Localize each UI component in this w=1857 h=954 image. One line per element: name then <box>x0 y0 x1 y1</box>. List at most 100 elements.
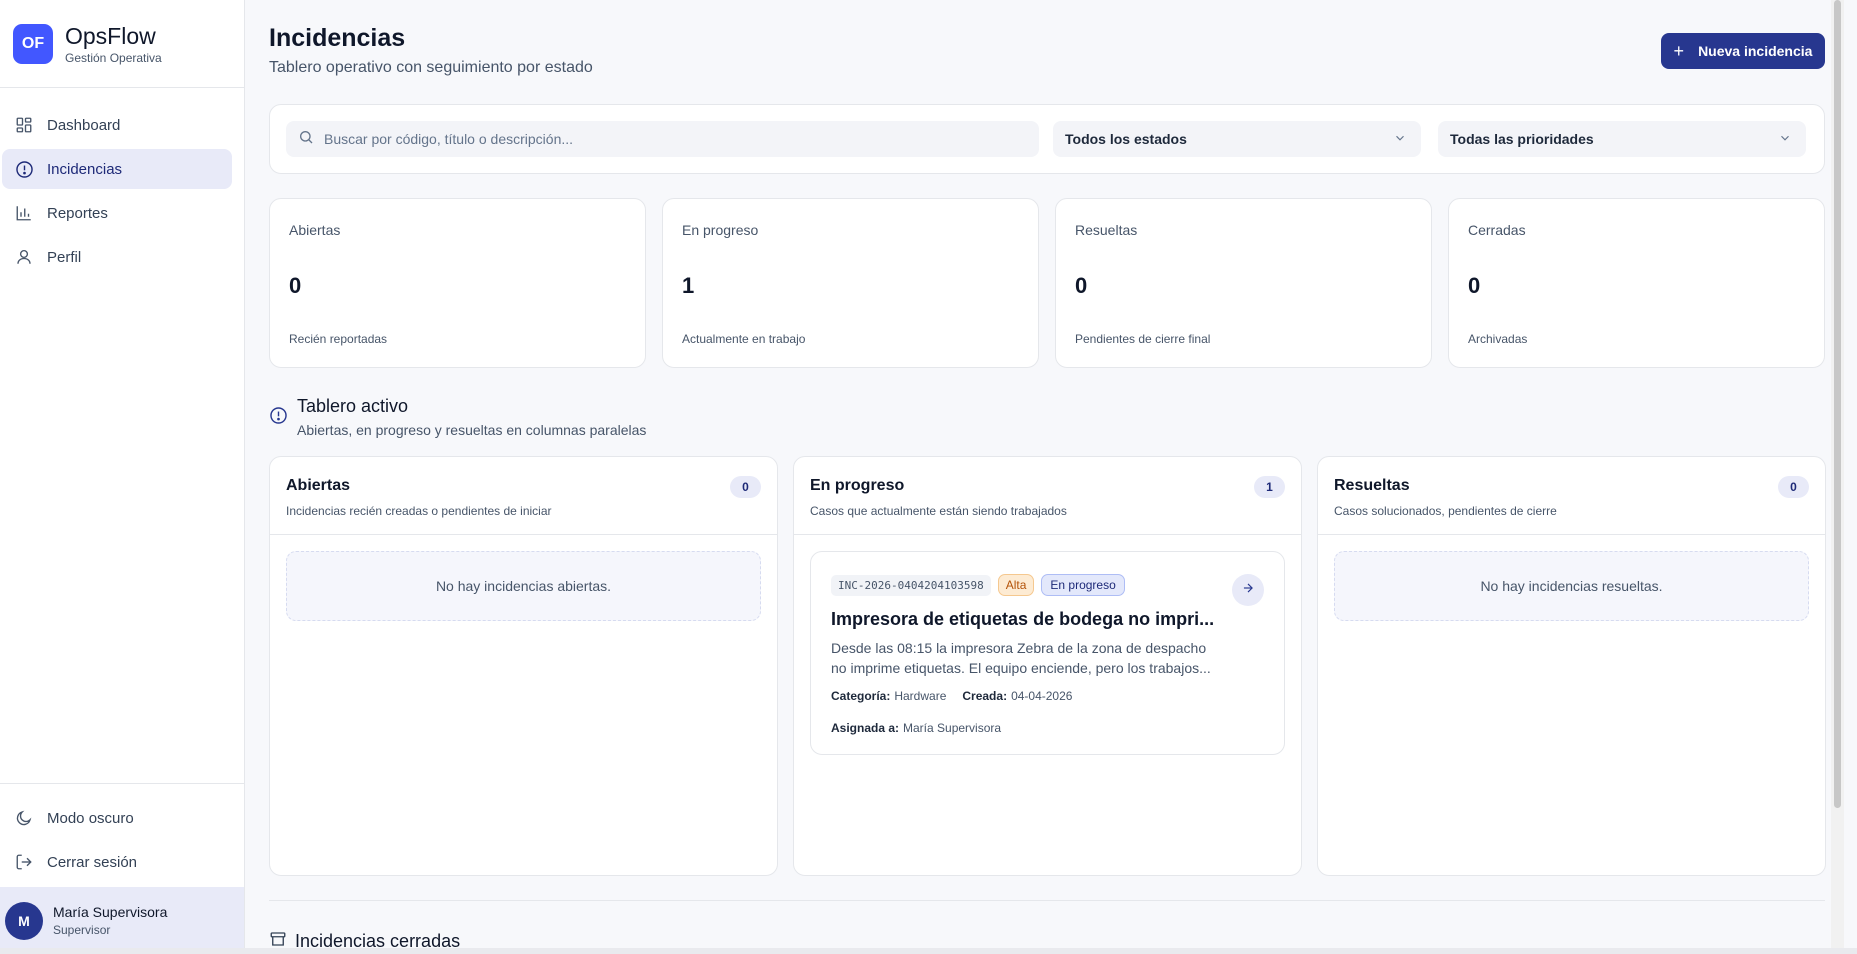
incident-card[interactable]: INC-2026-0404204103598 Alta En progreso … <box>810 551 1285 755</box>
dashboard-icon <box>14 115 34 135</box>
description-line: Desde las 08:15 la impresora Zebra de la… <box>831 640 1207 656</box>
column-en-progreso: En progreso Casos que actualmente están … <box>793 456 1302 876</box>
search-icon <box>298 129 314 150</box>
stat-card-resueltas: Resueltas 0 Pendientes de cierre final <box>1055 198 1432 368</box>
column-abiertas: Abiertas Incidencias recién creadas o pe… <box>269 456 778 876</box>
alert-circle-icon <box>269 406 288 438</box>
stat-desc: Recién reportadas <box>289 332 388 346</box>
sidebar-item-label: Perfil <box>47 248 82 266</box>
stat-card-en-progreso: En progreso 1 Actualmente en trabajo <box>662 198 1039 368</box>
dark-mode-label: Modo oscuro <box>47 809 134 827</box>
category-value: Hardware <box>894 689 947 703</box>
incident-description: Desde las 08:15 la impresora Zebra de la… <box>831 638 1226 678</box>
incident-meta: Categoría: Hardware Creada: 04-04-2026 <box>831 689 1072 703</box>
description-line: no imprime etiquetas. El equipo enciende… <box>831 660 1211 676</box>
stat-value: 0 <box>1075 273 1088 298</box>
stat-label: Cerradas <box>1468 222 1526 238</box>
assigned-label: Asignada a: <box>831 721 900 735</box>
logout-icon <box>14 852 34 872</box>
page-subtitle: Tablero operativo con seguimiento por es… <box>269 59 593 76</box>
brand-logo: OF <box>13 23 53 64</box>
dark-mode-toggle[interactable]: Modo oscuro <box>2 798 232 838</box>
search-box[interactable] <box>286 121 1039 157</box>
board-header: Tablero activo Abiertas, en progreso y r… <box>269 396 646 438</box>
column-count-badge: 0 <box>730 476 761 498</box>
column-title: En progreso <box>810 477 905 494</box>
open-incident-button[interactable] <box>1232 574 1264 606</box>
stat-desc: Pendientes de cierre final <box>1075 332 1211 346</box>
stat-label: Abiertas <box>289 222 341 238</box>
new-incident-label: Nueva incidencia <box>1698 43 1813 59</box>
stat-value: 0 <box>1468 273 1481 298</box>
priority-select[interactable]: Todas las prioridades <box>1438 121 1806 157</box>
alert-circle-icon <box>14 159 34 179</box>
moon-icon <box>14 808 34 828</box>
status-select[interactable]: Todos los estados <box>1053 121 1421 157</box>
user-icon <box>14 247 34 267</box>
window-bottom-bar <box>0 948 1857 954</box>
sidebar: OF OpsFlow Gestión Operativa Dashboard I… <box>0 0 245 954</box>
stat-desc: Archivadas <box>1468 332 1528 346</box>
user-role: Supervisor <box>53 923 111 937</box>
stat-value: 1 <box>682 273 695 298</box>
column-title: Resueltas <box>1334 477 1410 494</box>
sidebar-item-dashboard[interactable]: Dashboard <box>2 105 232 145</box>
search-input[interactable] <box>324 131 1024 147</box>
sidebar-bottom: Modo oscuro Cerrar sesión <box>0 783 244 894</box>
sidebar-nav: Dashboard Incidencias Reportes Perfil <box>0 88 244 277</box>
stat-value: 0 <box>289 273 302 298</box>
bar-chart-icon <box>14 203 34 223</box>
priority-select-value: Todas las prioridades <box>1450 131 1594 147</box>
category-label: Categoría: <box>831 689 891 703</box>
stat-desc: Actualmente en trabajo <box>682 332 806 346</box>
scrollbar[interactable] <box>1831 0 1844 954</box>
stat-label: En progreso <box>682 222 759 238</box>
brand[interactable]: OF OpsFlow Gestión Operativa <box>0 0 244 88</box>
logout-button[interactable]: Cerrar sesión <box>2 842 232 882</box>
board-subtitle: Abiertas, en progreso y resueltas en col… <box>297 422 647 438</box>
sidebar-item-label: Dashboard <box>47 116 121 134</box>
new-incident-button[interactable]: + Nueva incidencia <box>1661 33 1825 69</box>
incident-title: Impresora de etiquetas de bodega no impr… <box>831 609 1215 629</box>
column-subtitle: Casos solucionados, pendientes de cierre <box>1334 504 1557 518</box>
empty-state: No hay incidencias resueltas. <box>1334 551 1809 621</box>
sidebar-item-label: Incidencias <box>47 160 123 178</box>
created-label: Creada: <box>962 689 1008 703</box>
status-select-value: Todos los estados <box>1065 131 1187 147</box>
status-badge: En progreso <box>1041 574 1125 596</box>
filters-bar: Todos los estados Todas las prioridades <box>269 104 1825 174</box>
brand-name: OpsFlow <box>65 22 156 49</box>
scrollbar-thumb[interactable] <box>1834 0 1841 808</box>
column-subtitle: Casos que actualmente están siendo traba… <box>810 504 1067 518</box>
plus-icon: + <box>1673 40 1685 61</box>
column-subtitle: Incidencias recién creadas o pendientes … <box>286 504 552 518</box>
brand-subtitle: Gestión Operativa <box>65 50 162 65</box>
incident-code: INC-2026-0404204103598 <box>831 574 991 596</box>
page-title: Incidencias <box>269 24 406 52</box>
incident-assignee: Asignada a: María Supervisora <box>831 721 1001 735</box>
chevron-down-icon <box>1778 131 1792 148</box>
assigned-value: María Supervisora <box>903 721 1002 735</box>
chevron-down-icon <box>1393 131 1407 148</box>
stat-label: Resueltas <box>1075 222 1138 238</box>
empty-state: No hay incidencias abiertas. <box>286 551 761 621</box>
column-resueltas: Resueltas Casos solucionados, pendientes… <box>1317 456 1826 876</box>
section-divider <box>269 900 1825 901</box>
stat-card-abiertas: Abiertas 0 Recién reportadas <box>269 198 646 368</box>
column-count-badge: 1 <box>1254 476 1285 498</box>
column-count-badge: 0 <box>1778 476 1809 498</box>
sidebar-item-label: Reportes <box>47 204 108 222</box>
sidebar-item-reportes[interactable]: Reportes <box>2 193 232 233</box>
user-name: María Supervisora <box>53 904 168 920</box>
stat-card-cerradas: Cerradas 0 Archivadas <box>1448 198 1825 368</box>
main-content: Incidencias Tablero operativo con seguim… <box>246 0 1844 954</box>
sidebar-item-perfil[interactable]: Perfil <box>2 237 232 277</box>
priority-badge: Alta <box>997 574 1035 596</box>
logout-label: Cerrar sesión <box>47 853 138 871</box>
avatar: M <box>5 901 43 940</box>
sidebar-item-incidencias[interactable]: Incidencias <box>2 149 232 189</box>
created-value: 04-04-2026 <box>1011 689 1073 703</box>
column-title: Abiertas <box>286 477 351 494</box>
user-card[interactable]: M María Supervisora Supervisor <box>0 887 244 954</box>
arrow-right-icon <box>1241 581 1255 600</box>
